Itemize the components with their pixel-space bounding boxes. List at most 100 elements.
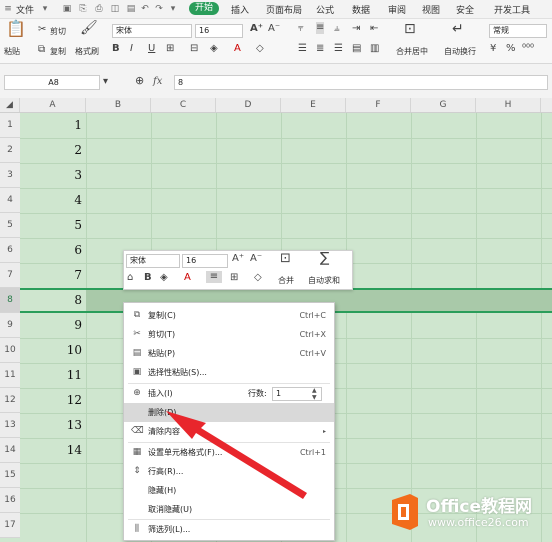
sigma-icon[interactable]: ∑ xyxy=(320,251,329,265)
cell-a8[interactable]: 8 xyxy=(20,293,86,307)
row-header[interactable]: 2 xyxy=(0,138,20,163)
wrap-text-button[interactable]: 自动换行 xyxy=(444,46,476,57)
row-header[interactable]: 15 xyxy=(0,463,20,488)
preview-icon[interactable]: ◫ xyxy=(110,4,120,14)
row-header[interactable]: 3 xyxy=(0,163,20,188)
row-header[interactable]: 4 xyxy=(0,188,20,213)
zoom-icon[interactable]: ⊕ xyxy=(135,75,144,87)
tab-security[interactable]: 安全 xyxy=(456,3,474,16)
align-middle-icon[interactable]: ≡ xyxy=(316,22,325,34)
justify-icon[interactable]: ▤ xyxy=(352,43,361,55)
scissors-icon[interactable]: ✂ xyxy=(38,24,46,36)
menu-item-paste[interactable]: ▤ 粘贴(P) Ctrl+V xyxy=(124,344,334,363)
underline-icon[interactable]: U xyxy=(148,43,155,55)
font-color-icon[interactable]: A xyxy=(234,43,241,55)
undo-icon[interactable]: ↶ xyxy=(140,4,150,14)
clear-format-icon[interactable]: ◇ xyxy=(256,43,264,55)
font-name-select[interactable]: 宋体 xyxy=(112,24,192,38)
cell-a9[interactable]: 9 xyxy=(20,318,86,332)
chevron-down-icon[interactable]: ▾ xyxy=(168,4,178,14)
cell-a11[interactable]: 11 xyxy=(20,368,86,382)
align-top-icon[interactable]: ⫧ xyxy=(298,23,304,35)
cell-a10[interactable]: 10 xyxy=(20,343,86,357)
outdent-icon[interactable]: ⇤ xyxy=(370,23,378,35)
row-header[interactable]: 16 xyxy=(0,488,20,513)
cell-a3[interactable]: 3 xyxy=(20,168,86,182)
bold-button[interactable]: B xyxy=(144,272,152,284)
column-header[interactable]: D xyxy=(216,98,281,112)
cell-a5[interactable]: 5 xyxy=(20,218,86,232)
mini-font-name[interactable]: 宋体 xyxy=(126,254,180,268)
cell-a1[interactable]: 1 xyxy=(20,118,86,132)
fill-color-icon[interactable]: ◈ xyxy=(160,272,168,284)
font-color-icon[interactable]: A xyxy=(184,272,191,284)
distribute-icon[interactable]: ▥ xyxy=(370,43,379,55)
print-preview-icon[interactable]: ▤ xyxy=(126,4,136,14)
cell-a4[interactable]: 4 xyxy=(20,193,86,207)
mini-font-size[interactable]: 16 xyxy=(182,254,228,268)
row-header[interactable]: 17 xyxy=(0,513,20,538)
row-header[interactable]: 10 xyxy=(0,338,20,363)
redo-icon[interactable]: ↷ xyxy=(154,4,164,14)
menu-item-filter-column[interactable]: ⫼ 筛选列(L)... xyxy=(124,520,334,539)
column-header[interactable]: B xyxy=(86,98,151,112)
tab-review[interactable]: 审阅 xyxy=(388,3,406,16)
tab-page-layout[interactable]: 页面布局 xyxy=(266,3,302,16)
copy-button[interactable]: 复制 xyxy=(50,46,66,57)
tab-developer[interactable]: 开发工具 xyxy=(494,3,530,16)
font-size-select[interactable]: 16 xyxy=(195,24,243,38)
chevron-down-icon[interactable]: ▾ xyxy=(103,76,108,88)
font-grow-icon[interactable]: A⁺ xyxy=(232,253,244,265)
cell-a2[interactable]: 2 xyxy=(20,143,86,157)
merge-cells-icon[interactable]: ⊟ xyxy=(190,43,198,55)
cell-a6[interactable]: 6 xyxy=(20,243,86,257)
row-header[interactable]: 14 xyxy=(0,438,20,463)
currency-icon[interactable]: ¥ xyxy=(490,43,496,55)
cell-a14[interactable]: 14 xyxy=(20,443,86,457)
thousands-icon[interactable]: ⁰⁰⁰ xyxy=(522,43,534,55)
export-icon[interactable]: ⎘ xyxy=(78,4,88,14)
menu-item-copy[interactable]: ⧉ 复制(C) Ctrl+C xyxy=(124,306,334,325)
cell-a7[interactable]: 7 xyxy=(20,268,86,282)
name-box[interactable]: A8 xyxy=(4,75,100,90)
save-icon[interactable]: ▣ xyxy=(62,4,72,14)
row-header[interactable]: 7 xyxy=(0,263,20,288)
format-painter-button[interactable]: 格式刷 xyxy=(75,46,99,57)
wrap-text-icon[interactable]: ↵ xyxy=(452,22,464,36)
merge-icon[interactable]: ⊡ xyxy=(280,252,291,265)
border-icon[interactable]: ⊞ xyxy=(166,43,174,55)
formula-input[interactable]: 8 xyxy=(174,75,548,90)
bold-icon[interactable]: B xyxy=(112,43,120,55)
font-shrink-icon[interactable]: A⁻ xyxy=(268,23,280,35)
paste-icon[interactable]: 📋 xyxy=(6,21,26,37)
print-icon[interactable]: ⎙ xyxy=(94,4,104,14)
clear-format-icon[interactable]: ◇ xyxy=(254,272,262,284)
font-grow-icon[interactable]: A⁺ xyxy=(250,23,263,35)
row-header[interactable]: 6 xyxy=(0,238,20,263)
select-all-corner[interactable]: ◢ xyxy=(0,98,20,112)
font-shrink-icon[interactable]: A⁻ xyxy=(250,253,262,265)
menu-icon[interactable]: ≡ xyxy=(3,4,13,14)
fill-color-icon[interactable]: ◈ xyxy=(210,43,218,55)
menu-item-paste-special[interactable]: ▣ 选择性粘贴(S)... xyxy=(124,363,334,382)
border-icon[interactable]: ⊞ xyxy=(230,272,238,284)
merge-button[interactable]: 合并 xyxy=(278,275,294,286)
row-header[interactable]: 1 xyxy=(0,113,20,138)
paste-button[interactable]: 粘贴 xyxy=(4,46,20,57)
tab-insert[interactable]: 插入 xyxy=(231,3,249,16)
italic-icon[interactable]: I xyxy=(130,43,133,55)
row-header[interactable]: 12 xyxy=(0,388,20,413)
row-header[interactable]: 13 xyxy=(0,413,20,438)
tab-formula[interactable]: 公式 xyxy=(316,3,334,16)
cell-a12[interactable]: 12 xyxy=(20,393,86,407)
indent-icon[interactable]: ⇥ xyxy=(352,23,360,35)
menu-file[interactable]: 文件 xyxy=(16,3,34,16)
format-painter-icon[interactable]: ⌂ xyxy=(127,272,133,284)
copy-icon[interactable]: ⧉ xyxy=(38,44,45,56)
align-center-icon[interactable]: ≣ xyxy=(316,43,324,55)
tab-home[interactable]: 开始 xyxy=(189,2,220,15)
cell-a13[interactable]: 13 xyxy=(20,418,86,432)
cut-button[interactable]: 剪切 xyxy=(50,26,66,37)
row-header[interactable]: 11 xyxy=(0,363,20,388)
autosum-button[interactable]: 自动求和 xyxy=(308,275,340,286)
